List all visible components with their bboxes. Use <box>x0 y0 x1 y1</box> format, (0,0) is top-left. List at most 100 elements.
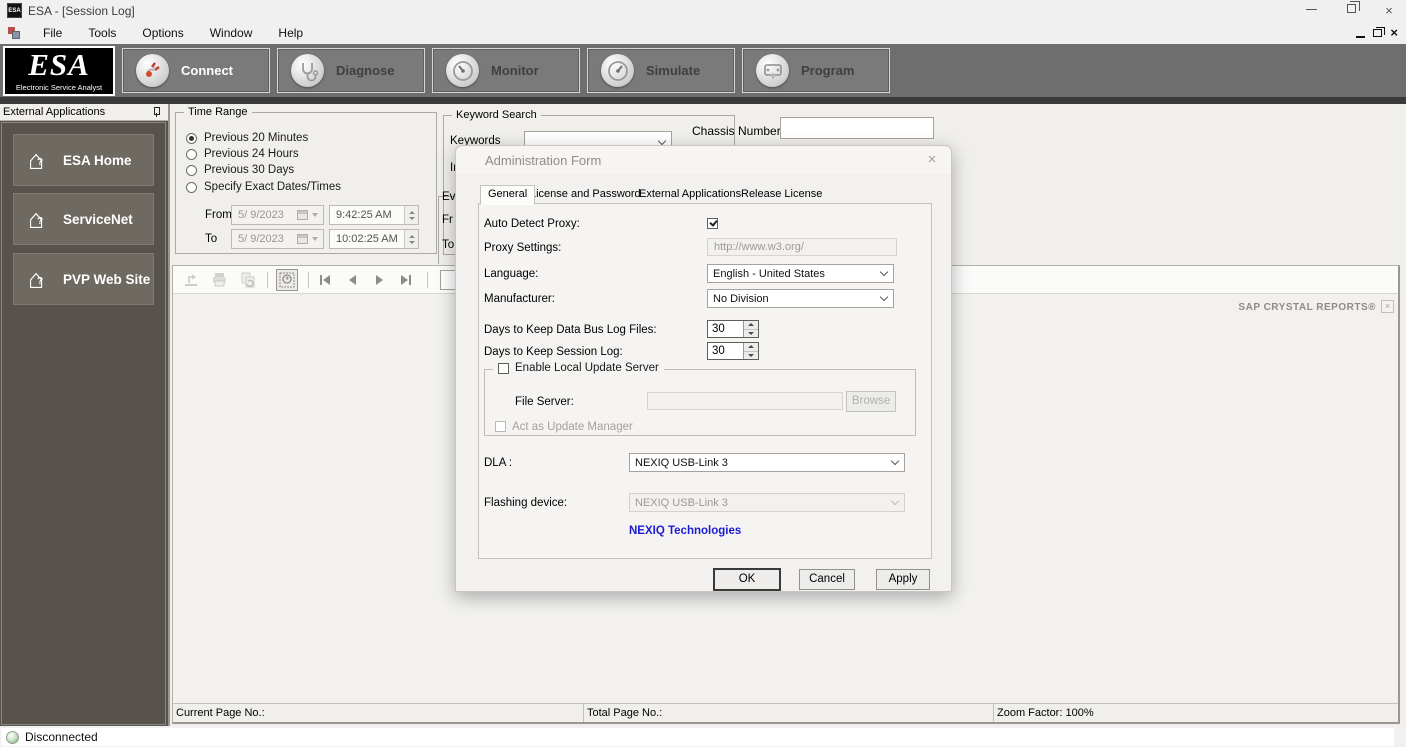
diagnose-button[interactable]: Diagnose <box>277 48 425 93</box>
program-label: Program <box>801 63 854 78</box>
connect-button[interactable]: Connect <box>122 48 270 93</box>
from-label: From <box>205 209 232 221</box>
sidebar-item-servicenet[interactable]: ⌂? ServiceNet <box>13 193 154 245</box>
radio-previous-24-hours[interactable]: Previous 24 Hours <box>186 148 299 160</box>
tab-general[interactable]: General <box>480 185 535 205</box>
next-page-button[interactable] <box>368 271 390 289</box>
brand-close-icon[interactable]: × <box>1381 300 1394 313</box>
language-combo[interactable]: English - United States <box>707 264 894 283</box>
mdi-restore-icon[interactable] <box>1373 29 1382 37</box>
simulate-button[interactable]: Simulate <box>587 48 735 93</box>
last-page-button[interactable] <box>395 271 417 289</box>
to-date-picker[interactable]: 5/ 9/2023 <box>231 229 324 249</box>
browse-button[interactable]: Browse <box>846 391 896 412</box>
mdi-close-icon[interactable]: × <box>1390 25 1398 40</box>
sidebar-panel: ⌂? ESA Home ⌂? ServiceNet ⌂? PVP Web Sit… <box>1 122 166 725</box>
export-icon[interactable] <box>183 272 201 288</box>
monitor-button[interactable]: Monitor <box>432 48 580 93</box>
sidebar-item-esa-home[interactable]: ⌂? ESA Home <box>13 134 154 186</box>
module-icon <box>756 54 789 87</box>
chassis-number-input[interactable] <box>780 117 934 139</box>
first-page-button[interactable] <box>314 271 336 289</box>
manufacturer-combo[interactable]: No Division <box>707 289 894 308</box>
toolbar-divider <box>0 97 1406 104</box>
ok-button[interactable]: OK <box>714 569 780 590</box>
zoom-factor-cell: Zoom Factor: 100% <box>994 704 1398 722</box>
chevron-down-icon <box>875 297 893 300</box>
from-time-spinner[interactable]: 9:42:25 AM <box>329 205 419 225</box>
dialog-title-bar[interactable]: Administration Form × <box>456 146 951 174</box>
mdi-minimize-icon[interactable] <box>1356 36 1365 38</box>
spinner-arrows-icon[interactable] <box>743 343 758 359</box>
close-button[interactable]: × <box>1374 4 1404 18</box>
proxy-settings-label: Proxy Settings: <box>484 242 561 254</box>
radio-specify-exact-dates[interactable]: Specify Exact Dates/Times <box>186 181 341 193</box>
sidebar-item-pvp-web-site[interactable]: ⌂? PVP Web Site <box>13 253 154 305</box>
enable-update-server-label: Enable Local Update Server <box>515 362 659 374</box>
esa-logo-subtitle: Electronic Service Analyst <box>5 83 113 94</box>
radio-previous-30-days[interactable]: Previous 30 Days <box>186 164 294 176</box>
refresh-copy-icon[interactable] <box>239 272 257 288</box>
tab-release-license[interactable]: Release License <box>734 186 829 204</box>
pin-icon[interactable] <box>153 107 160 117</box>
simulate-label: Simulate <box>646 63 700 78</box>
status-text: Disconnected <box>25 730 98 744</box>
menu-tools[interactable]: Tools <box>75 23 129 43</box>
program-button[interactable]: Program <box>742 48 890 93</box>
act-update-manager-checkbox[interactable] <box>495 421 506 432</box>
nexiq-technologies-link[interactable]: NEXIQ Technologies <box>629 525 741 537</box>
to-time-spinner[interactable]: 10:02:25 AM <box>329 229 419 249</box>
days-databus-input[interactable] <box>708 321 743 337</box>
radio-icon <box>186 165 197 176</box>
esa-application-window: ESA ESA - [Session Log] × File Tools Opt… <box>0 0 1406 747</box>
minimize-icon <box>1306 9 1317 10</box>
spinner-arrows-icon[interactable] <box>743 321 758 337</box>
events-group-border <box>438 196 456 264</box>
sidebar-header-label: External Applications <box>0 106 105 118</box>
mdi-child-icon <box>8 27 20 39</box>
spinner-arrows-icon[interactable] <box>404 206 418 224</box>
restore-button[interactable] <box>1336 4 1366 18</box>
cancel-button[interactable]: Cancel <box>799 569 855 590</box>
title-bar: ESA ESA - [Session Log] × <box>0 0 1406 21</box>
tab-license-and-password[interactable]: License and Password <box>523 186 648 204</box>
gauge-icon <box>446 54 479 87</box>
previous-page-button[interactable] <box>341 271 363 289</box>
calendar-icon <box>297 234 308 244</box>
radio-icon <box>186 182 197 193</box>
auto-detect-proxy-checkbox[interactable] <box>707 218 718 229</box>
chevron-down-icon <box>312 213 318 217</box>
time-range-group: Time Range Previous 20 Minutes Previous … <box>175 112 437 254</box>
keyword-search-title: Keyword Search <box>452 109 541 121</box>
days-session-input[interactable] <box>708 343 743 359</box>
diagnose-label: Diagnose <box>336 63 395 78</box>
menu-file[interactable]: File <box>30 23 75 43</box>
group-tree-toggle-icon[interactable] <box>276 269 298 291</box>
app-icon: ESA <box>7 3 22 18</box>
sidebar-item-label: ESA Home <box>63 153 132 168</box>
time-range-title: Time Range <box>184 106 252 118</box>
apply-button[interactable]: Apply <box>876 569 930 590</box>
dialog-close-icon[interactable]: × <box>923 151 941 168</box>
tab-external-applications[interactable]: External Applications <box>632 186 748 204</box>
file-server-label: File Server: <box>515 396 574 408</box>
menu-help[interactable]: Help <box>265 23 316 43</box>
days-databus-spinner[interactable] <box>707 320 759 338</box>
radio-previous-20-minutes[interactable]: Previous 20 Minutes <box>186 132 308 144</box>
manufacturer-label: Manufacturer: <box>484 293 555 305</box>
days-databus-label: Days to Keep Data Bus Log Files: <box>484 324 657 336</box>
menu-window[interactable]: Window <box>197 23 266 43</box>
chevron-down-icon <box>653 141 671 144</box>
menu-options[interactable]: Options <box>129 23 196 43</box>
from-date-picker[interactable]: 5/ 9/2023 <box>231 205 324 225</box>
chevron-down-icon <box>875 272 893 275</box>
enable-update-server-checkbox[interactable] <box>498 363 509 374</box>
days-session-spinner[interactable] <box>707 342 759 360</box>
sidebar-item-label: PVP Web Site <box>63 272 150 287</box>
plug-icon <box>136 54 169 87</box>
proxy-settings-field: http://www.w3.org/ <box>707 238 897 256</box>
dla-combo[interactable]: NEXIQ USB-Link 3 <box>629 453 905 472</box>
minimize-button[interactable] <box>1296 4 1326 18</box>
spinner-arrows-icon[interactable] <box>404 230 418 248</box>
print-icon[interactable] <box>211 272 229 288</box>
